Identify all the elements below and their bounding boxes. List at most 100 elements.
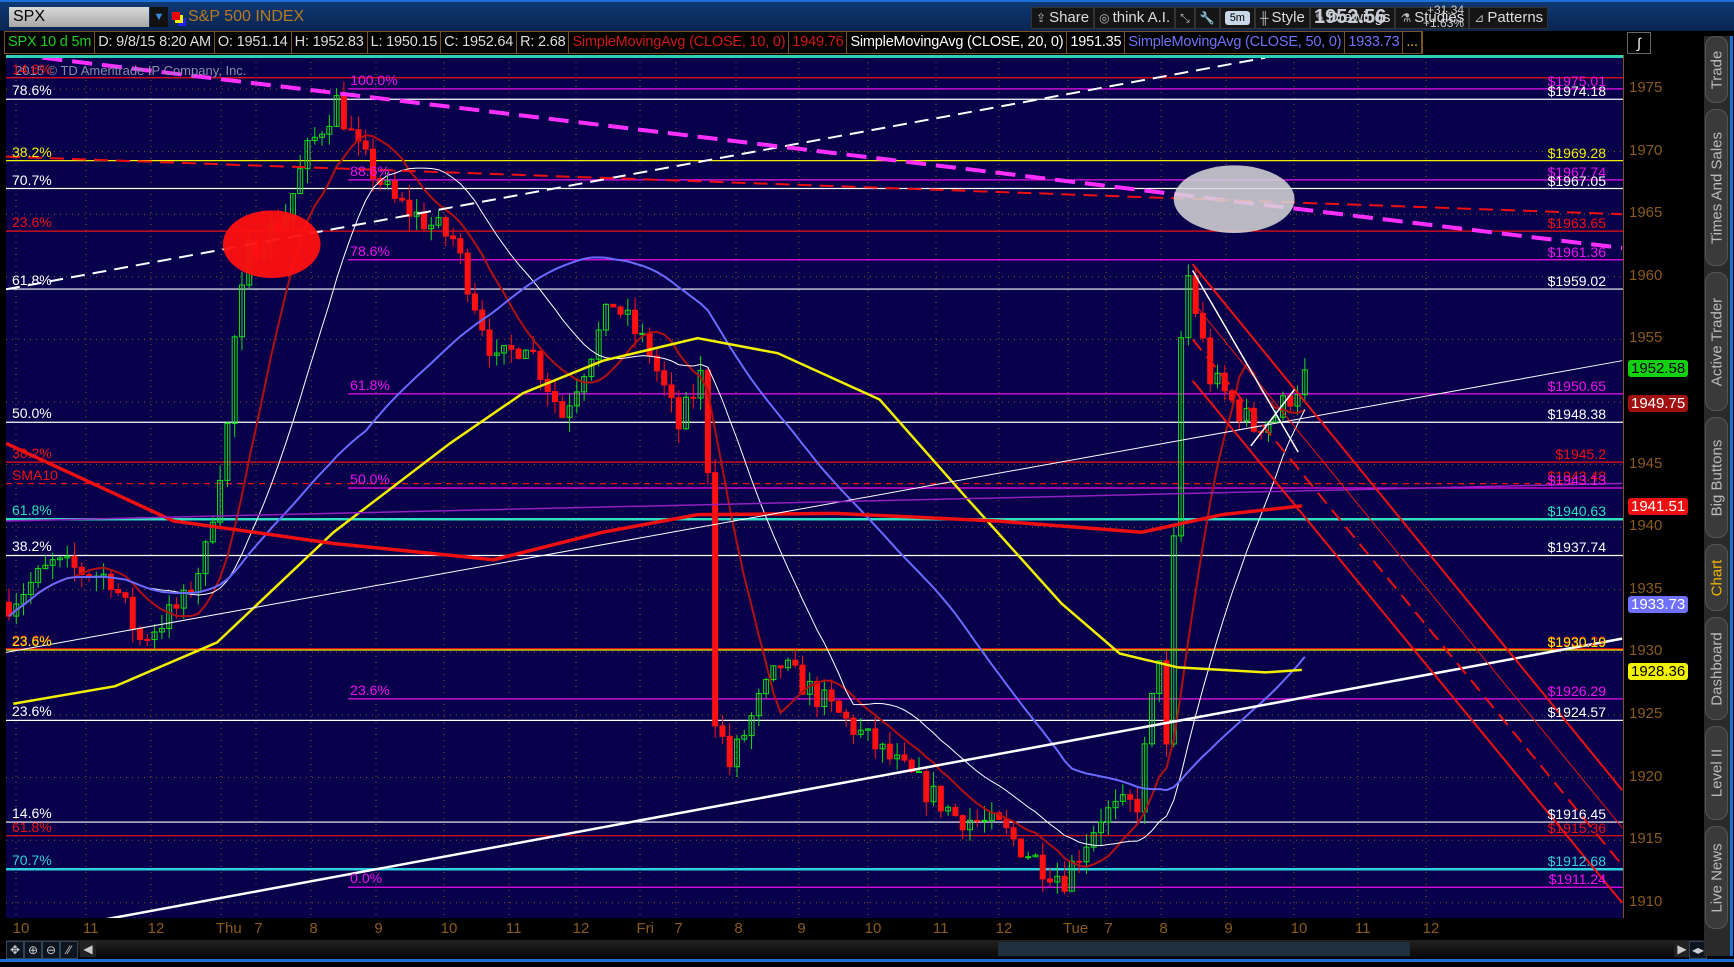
symbol-link-icon[interactable] (172, 12, 180, 20)
fib-level-price: $1950.65 (1547, 377, 1606, 394)
candle-down (471, 293, 478, 311)
candle-down (348, 128, 355, 131)
time-tick-label: 7 (1104, 920, 1113, 937)
time-tick-label: 12 (147, 920, 165, 937)
time-tick-label: 8 (1159, 920, 1168, 937)
side-tab-big-buttons[interactable]: Big Buttons (1705, 417, 1728, 538)
fib-level-label: 61.8% (12, 818, 52, 835)
price-tick-label: 1975 (1629, 79, 1663, 96)
candle-down (777, 665, 784, 669)
time-axis[interactable]: 10 11 12 Thu 7 8 9 10 11 12 Fri 7 8 9 10 11 12 Tue 7 8 9 10 11… (6, 918, 1623, 940)
candle-down (420, 211, 427, 230)
fib-level-label: 100.0% (350, 71, 398, 88)
think-ai-icon: ◎ (1099, 11, 1110, 25)
price-chart[interactable]: 2015 © TD Ameritrade IP Company, Inc. 14… (6, 55, 1623, 918)
sma-10-line (8, 134, 1306, 868)
price-tag: 1933.73 (1628, 595, 1689, 613)
price-change: +31.34 +1.63% (1423, 4, 1464, 30)
legend-item[interactable]: H: 1952.83 (292, 32, 368, 53)
candle-down (901, 754, 908, 761)
legend-item[interactable]: SimpleMovingAvg (CLOSE, 10, 0) (569, 32, 790, 53)
candle-down (362, 140, 369, 150)
fib-level-label: 61.8% (350, 376, 390, 393)
time-tick-label: 7 (254, 920, 263, 937)
side-tab-times-and-sales[interactable]: Times And Sales (1705, 109, 1728, 266)
price-axis[interactable]: 1975197019651960195519501945194019351930… (1623, 55, 1704, 918)
candle-down (653, 355, 660, 372)
toolbar-button-think-a-i-[interactable]: ◎ think A.I. (1094, 7, 1176, 29)
patterns-icon: ⊿ (1474, 11, 1485, 25)
side-tabs: Trade Times And Sales Active Trader Big But… (1704, 36, 1733, 956)
fib-level-price: $1937.74 (1547, 539, 1606, 556)
legend-item[interactable]: 1949.76 (789, 32, 848, 53)
side-tab-live-news[interactable]: Live News (1705, 826, 1728, 929)
legend-item[interactable]: 1933.73 (1345, 32, 1404, 53)
legend-item[interactable]: SimpleMovingAvg (CLOSE, 50, 0) (1125, 32, 1346, 53)
chart-settings-icon[interactable]: ∫ (1627, 32, 1651, 54)
fib-level-label: 38.2% (12, 445, 52, 462)
pan-icon[interactable]: ✥ (6, 941, 24, 959)
toolbar-button-share[interactable]: ⇪ Share (1031, 7, 1095, 29)
toolbar-button-style[interactable]: ╫ Style (1254, 7, 1310, 29)
legend-item[interactable]: SPX 10 d 5m (5, 32, 96, 53)
toolbar-button-5m[interactable]: 5m (1219, 7, 1255, 29)
candle-down (391, 180, 398, 199)
toolbar-button-wrench-icon[interactable]: 🔧 (1194, 7, 1220, 29)
legend-item[interactable]: ... (1403, 32, 1422, 53)
study-legend: SPX 10 d 5m D: 9/8/15 8:20 AM O: 1951.14 H:… (4, 31, 1423, 54)
zoom-out-icon[interactable]: ⊖ (42, 941, 60, 959)
fib-level-price: $1963.65 (1547, 215, 1606, 232)
time-tick-label: 9 (797, 920, 806, 937)
candle-down (1017, 838, 1024, 858)
sma-20-line (8, 167, 1306, 847)
toolbar-button-cursor-icon[interactable]: ⤡ (1175, 7, 1195, 29)
time-tick-label: 10 (440, 920, 458, 937)
candle-down (959, 815, 966, 831)
price-tick-label: 1955 (1629, 329, 1663, 347)
candle-down (486, 329, 493, 356)
candle-down (530, 349, 537, 353)
share-icon: ⇪ (1036, 11, 1047, 25)
chart-canvas[interactable] (6, 56, 1623, 918)
candle-up (981, 819, 988, 822)
time-tick-label: Thu (215, 920, 242, 937)
legend-item[interactable]: R: 2.68 (517, 32, 570, 53)
side-tab-label: Chart (1708, 559, 1725, 596)
drawing-line-icon[interactable]: ⁄⁄ (60, 941, 78, 959)
fib-level-label: 23.6% (12, 214, 52, 231)
fib-level-label: 61.8% (12, 272, 52, 289)
side-tab-label: Big Buttons (1708, 439, 1725, 516)
legend-item[interactable]: C: 1952.64 (441, 32, 518, 53)
scroll-right-icon[interactable]: ▶ (1674, 941, 1690, 957)
legend-item[interactable]: L: 1950.15 (368, 32, 442, 53)
candle-down (675, 397, 682, 430)
time-tick-label: 7 (674, 920, 683, 937)
side-tab-active-trader[interactable]: Active Trader (1705, 272, 1728, 411)
legend-item[interactable]: O: 1951.14 (215, 32, 292, 53)
toolbar-button-patterns[interactable]: ⊿ Patterns (1469, 7, 1549, 29)
chart-scrollbar[interactable]: ✥ ⊕ ⊖ ⁄⁄ ◀ ▶ ◂▸ (6, 940, 1707, 959)
zoom-in-icon[interactable]: ⊕ (24, 941, 42, 959)
side-tab-chart[interactable]: Chart (1705, 544, 1728, 611)
side-tab-trade[interactable]: Trade (1705, 36, 1728, 103)
candle-up (916, 771, 922, 774)
scroll-left-icon[interactable]: ◀ (80, 941, 96, 957)
symbol-input[interactable]: SPX (9, 7, 149, 27)
legend-item[interactable]: 1951.35 (1067, 32, 1126, 53)
fib-level-price: $1948.38 (1547, 406, 1606, 423)
fib-level-price: $1945.2 (1555, 446, 1606, 463)
candle-down (122, 592, 129, 598)
fib-level-label: 0.0% (350, 870, 383, 887)
side-tab-dashboard[interactable]: Dashboard (1705, 617, 1728, 720)
fib-level-label: 23.6% (350, 681, 390, 698)
scrollbar-thumb[interactable] (998, 942, 1410, 956)
side-tab-label: Times And Sales (1708, 131, 1725, 244)
side-tab-level-ii[interactable]: Level II (1705, 726, 1728, 820)
time-tick-label: 12 (1422, 920, 1440, 937)
legend-item[interactable]: D: 9/8/15 8:20 AM (95, 32, 215, 53)
fib-level-price: $1967.05 (1547, 172, 1606, 189)
toolbar-label: think A.I. (1112, 9, 1171, 26)
symbol-dropdown-icon[interactable]: ▼ (150, 7, 168, 27)
symbol-description: S&P 500 INDEX (188, 8, 305, 25)
legend-item[interactable]: SimpleMovingAvg (CLOSE, 20, 0) (847, 32, 1068, 53)
